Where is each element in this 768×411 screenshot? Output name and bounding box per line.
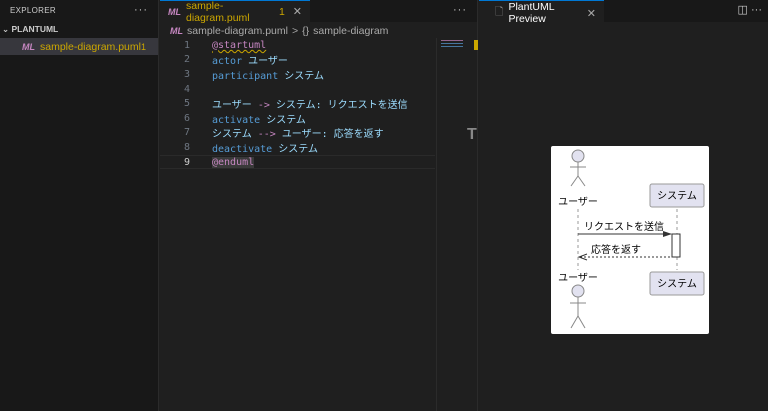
line-number: 5: [183, 98, 190, 110]
tab-sample-diagram[interactable]: ML sample-diagram.puml 1 ✕: [160, 0, 310, 24]
activation-bar: [671, 233, 681, 258]
text-cursor-icon: T: [467, 126, 477, 143]
code-token: actor: [212, 56, 243, 68]
chevron-down-icon: ⌄: [2, 23, 12, 34]
plantuml-file-icon: ML: [22, 41, 35, 52]
line-number: 9: [183, 156, 190, 168]
tab-label: PlantUML Preview: [508, 1, 555, 25]
editor-more-button[interactable]: ···: [453, 4, 467, 16]
tab-badge: 1: [278, 5, 285, 18]
message-label-2: 応答を返す: [591, 243, 641, 256]
actor-label-bottom: ユーザー: [558, 272, 598, 284]
close-icon[interactable]: ✕: [587, 7, 596, 20]
code-token: ->: [251, 100, 276, 112]
code-token: ユーザー: [242, 56, 288, 68]
problem-badge: 1: [140, 41, 146, 52]
explorer-more-button[interactable]: ···: [134, 4, 148, 16]
code-token: @startuml: [212, 39, 267, 51]
code-token: ユーザー: 応答を返す: [281, 129, 384, 141]
participant-label-top: システム: [657, 190, 697, 202]
split-editor-icon[interactable]: ◫: [738, 4, 748, 16]
line-number: 7: [183, 127, 190, 139]
code-token: participant: [212, 70, 279, 82]
actor-label-top: ユーザー: [558, 196, 598, 208]
explorer-sidebar: EXPLORER ··· ⌄ PLANTUML ML sample-diagram.…: [0, 0, 159, 411]
line-number: 2: [183, 54, 190, 66]
file-label: sample-diagram.puml: [40, 40, 141, 53]
file-item-sample-diagram[interactable]: ML sample-diagram.puml 1: [0, 38, 158, 55]
code-token: システム: [212, 129, 252, 141]
code-token: activate: [212, 114, 261, 126]
editor-group: ML sample-diagram.puml 1 ✕ ··· ML sample-d…: [160, 0, 478, 411]
plantuml-file-icon: ML: [168, 6, 181, 17]
code-token: @enduml: [212, 156, 255, 168]
braces-icon: {}: [302, 25, 310, 37]
explorer-title: EXPLORER: [10, 5, 56, 15]
message-label-1: リクエストを送信: [584, 220, 664, 233]
line-number: 8: [183, 141, 190, 153]
breadcrumb-symbol[interactable]: sample-diagram: [313, 25, 388, 37]
code-token: -->: [251, 129, 282, 141]
line-number: 1: [183, 39, 190, 51]
code-editor[interactable]: 1 @startuml 2 actor ユーザー 3 participant システム…: [160, 38, 435, 170]
breadcrumb-file[interactable]: sample-diagram.puml: [187, 25, 288, 37]
scrollbar-marker: [474, 40, 478, 50]
more-button[interactable]: ···: [751, 4, 762, 16]
code-token: システム: リクエストを送信: [275, 100, 408, 112]
code-token: システム: [272, 143, 318, 155]
plantuml-file-icon: ML: [170, 26, 183, 36]
line-number: 3: [183, 68, 190, 80]
chevron-right-icon: >: [291, 25, 299, 37]
actor-top-icon: [570, 149, 586, 187]
folder-label: PLANTUML: [11, 24, 59, 34]
minimap[interactable]: [436, 38, 478, 411]
preview-panel: 🗋 PlantUML Preview ✕ ◫ ··· ユーザー システム リクエスト…: [479, 0, 768, 411]
code-token: deactivate: [212, 143, 273, 155]
sequence-diagram: ユーザー システム リクエストを送信 応答を返す ユーザー システム: [551, 146, 709, 334]
code-token: システム: [278, 70, 324, 82]
tab-plantuml-preview[interactable]: 🗋 PlantUML Preview ✕: [479, 0, 604, 25]
participant-label-bottom: システム: [657, 278, 697, 290]
file-icon: 🗋: [495, 6, 504, 18]
line-number: 6: [183, 112, 190, 124]
actor-bottom-icon: [570, 284, 586, 329]
line-number: 4: [183, 83, 190, 95]
folder-plantuml[interactable]: ⌄ PLANTUML: [0, 20, 158, 38]
tab-label: sample-diagram.puml: [186, 0, 250, 24]
code-token: ユーザー: [212, 100, 252, 112]
close-icon[interactable]: ✕: [293, 5, 302, 18]
code-token: システム: [260, 114, 306, 126]
